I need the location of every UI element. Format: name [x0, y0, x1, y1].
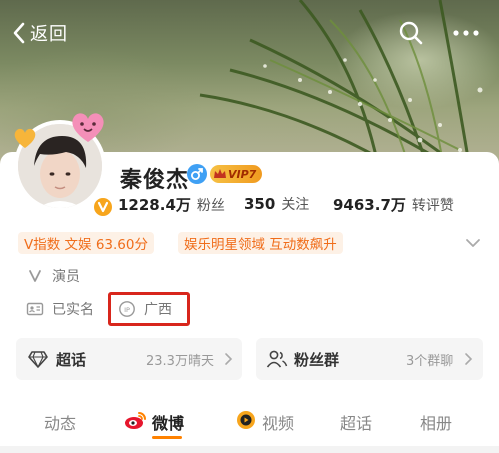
real-name-row: 已实名 [26, 299, 94, 319]
followers-count: 1228.4万 [118, 196, 191, 214]
occupation-v-icon [29, 270, 41, 282]
real-name-text: 已实名 [52, 302, 94, 318]
supertopic-title: 超话 [56, 351, 87, 369]
bottom-divider [0, 446, 499, 453]
tab-video[interactable]: 视频 [262, 410, 294, 434]
tab-supertopic[interactable]: 超话 [340, 410, 372, 434]
chevron-down-icon[interactable] [464, 234, 482, 252]
user-name: 秦俊杰 [120, 168, 190, 193]
tab-album[interactable]: 相册 [420, 410, 452, 434]
fan-group-meta: 3个群聊 [406, 354, 454, 369]
video-play-icon [237, 411, 255, 429]
chevron-right-icon [465, 353, 473, 365]
search-icon [399, 21, 423, 45]
fan-group-title: 粉丝群 [294, 351, 340, 369]
likes-stat[interactable]: 9463.7万 转评赞 [333, 194, 454, 215]
following-label: 关注 [281, 197, 310, 213]
supertopic-meta: 23.3万晴天 [146, 354, 214, 369]
search-button[interactable] [396, 18, 426, 48]
back-button[interactable]: 返回 [12, 20, 68, 46]
occupation-text: 演员 [52, 269, 80, 285]
vip-badge[interactable]: VIP7 [210, 165, 262, 183]
chevron-left-icon [13, 22, 25, 44]
v-index-tag[interactable]: V指数 文娱 63.60分 [18, 232, 154, 254]
followers-label: 粉丝 [196, 198, 225, 214]
chevron-right-icon [225, 353, 233, 365]
tab-weibo[interactable]: 微博 [152, 410, 184, 434]
weibo-logo-icon [125, 412, 146, 429]
gender-male-icon [187, 164, 207, 184]
vip-label: VIP7 [228, 167, 257, 181]
active-tab-indicator [152, 436, 182, 439]
domain-tag[interactable]: 娱乐明星领域 互动数飙升 [178, 232, 343, 254]
vip-crown-icon [214, 169, 226, 178]
ip-highlight-box [108, 292, 190, 326]
fan-group-card[interactable]: 粉丝群 3个群聊 [256, 338, 483, 380]
tab-feed[interactable]: 动态 [44, 410, 76, 434]
people-icon [266, 350, 288, 368]
following-stat[interactable]: 350 关注 [244, 194, 309, 214]
id-card-icon [26, 302, 44, 316]
more-button[interactable] [446, 18, 486, 48]
top-bar: 返回 [0, 0, 499, 64]
followers-stat[interactable]: 1228.4万 粉丝 [118, 194, 225, 215]
heart-face-sticker-icon [72, 113, 104, 142]
supertopic-card[interactable]: 超话 23.3万晴天 [16, 338, 242, 380]
heart-sticker-icon [14, 128, 36, 148]
verified-v-icon [92, 196, 114, 218]
back-label: 返回 [30, 24, 68, 45]
occupation-row: 演员 [26, 266, 80, 286]
diamond-icon [28, 351, 48, 368]
likes-count: 9463.7万 [333, 196, 406, 214]
likes-label: 转评赞 [411, 198, 454, 214]
more-icon [453, 30, 479, 36]
following-count: 350 [244, 195, 276, 213]
